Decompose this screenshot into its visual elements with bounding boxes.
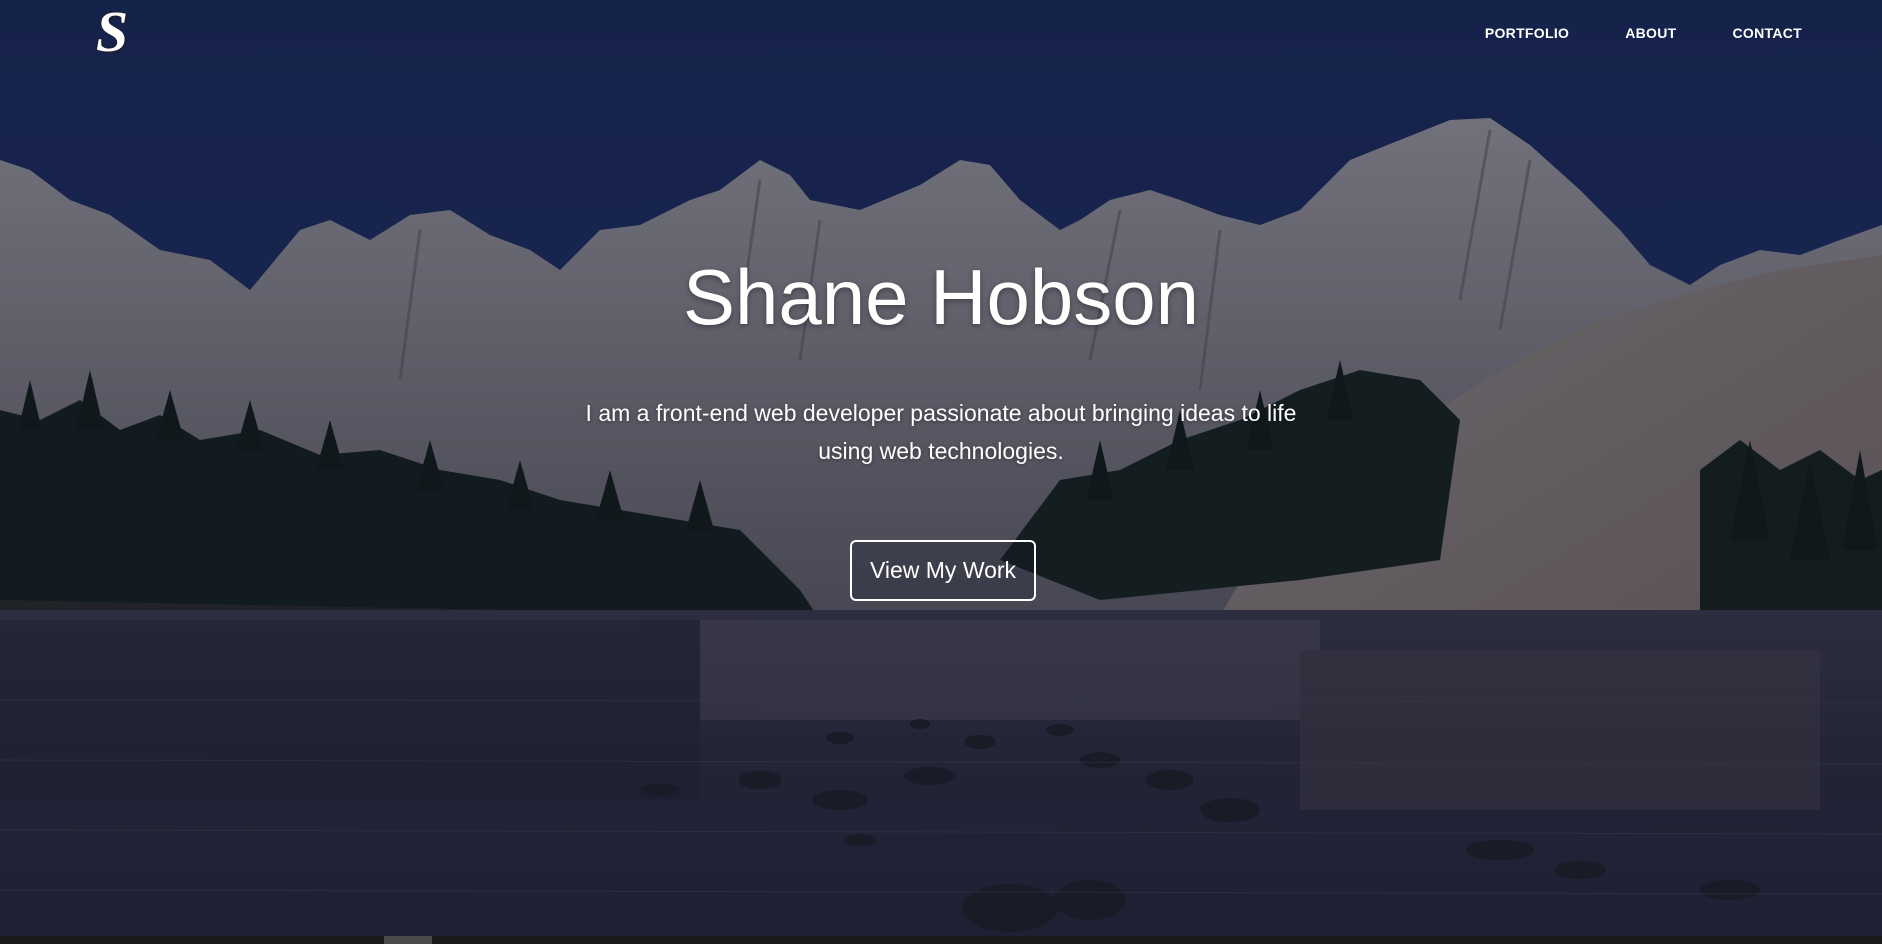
hero-subtitle: I am a front-end web developer passionat… bbox=[585, 400, 1297, 464]
page: S PORTFOLIO ABOUT CONTACT Shane Hobson I… bbox=[0, 0, 1882, 944]
nav-about-link[interactable]: ABOUT bbox=[1625, 22, 1676, 44]
nav-contact-link[interactable]: CONTACT bbox=[1733, 22, 1803, 44]
hero-overlay bbox=[0, 0, 1882, 944]
hero-title: Shane Hobson bbox=[682, 253, 1200, 341]
scrollbar-thumb[interactable] bbox=[384, 936, 432, 944]
hero-background-image bbox=[0, 0, 1882, 944]
main-nav: PORTFOLIO ABOUT CONTACT bbox=[1485, 22, 1802, 44]
horizontal-scrollbar[interactable] bbox=[0, 936, 1882, 944]
site-logo[interactable]: S bbox=[84, 3, 140, 61]
nav-portfolio-link[interactable]: PORTFOLIO bbox=[1485, 22, 1569, 44]
view-my-work-button[interactable]: View My Work bbox=[850, 540, 1036, 601]
